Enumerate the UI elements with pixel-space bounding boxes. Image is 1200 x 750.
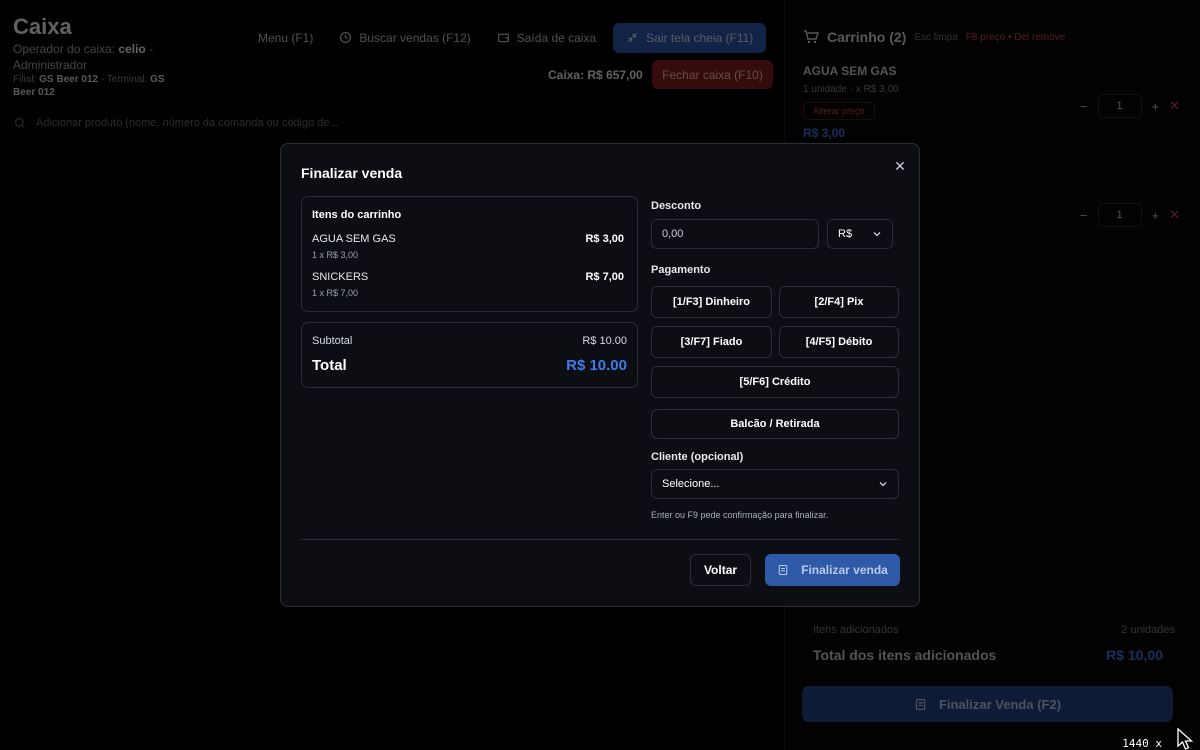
divider [301,539,899,540]
payment-label: Pagamento [651,264,711,276]
saida-caixa-button[interactable]: Saída de caixa [484,23,609,53]
items-total-row: Total dos itens adicionados R$ 10,00 [813,647,1163,663]
finalizar-venda-f2-button[interactable]: Finalizar Venda (F2) [802,686,1173,722]
mouse-cursor-icon [1177,728,1194,750]
branch-info: Filial: GS Beer 012 - Terminal: GS Beer … [13,74,165,98]
menu-button[interactable]: Menu (F1) [245,23,326,53]
chevron-down-icon [879,482,887,487]
resolution-readout: 1440 x [1122,737,1162,750]
pay-pix-button[interactable]: [2/F4] Pix [779,286,899,318]
history-icon [340,32,352,43]
voltar-button[interactable]: Voltar [690,554,751,586]
remove-icon[interactable]: ✕ [1169,207,1180,223]
operator-name: celio [118,42,146,56]
search-icon [14,117,25,128]
balcao-retirada-button[interactable]: Balcão / Retirada [651,409,899,439]
cart-icon [804,30,819,44]
minimize-icon [628,33,638,42]
page-title: Caixa [13,14,72,39]
list-item: SNICKERS R$ 7,00 1 x R$ 7,00 [312,271,624,298]
pay-credito-button[interactable]: [5/F6] Crédito [651,366,899,398]
pay-debito-button[interactable]: [4/F5] Débito [779,326,899,358]
quantity-stepper: − 1 + ✕ [1080,203,1180,227]
items-added-row: Itens adicionados 2 unidades [813,624,1175,636]
minus-icon[interactable]: − [1080,99,1088,114]
client-label: Cliente (opcional) [651,451,744,463]
confirm-hint: Enter ou F9 pede confirmação para finali… [651,510,829,520]
fechar-caixa-button[interactable]: Fechar caixa (F10) [652,60,773,89]
modal-title: Finalizar venda [301,165,403,181]
top-nav: Menu (F1) Buscar vendas (F12) Saída de c… [245,22,767,53]
product-search[interactable]: Adicionar produto (nome, número da coman… [14,117,339,129]
finalizar-venda-button[interactable]: Finalizar venda [765,554,900,586]
totals-card: Subtotal R$ 10.00 Total R$ 10.00 [301,322,638,388]
client-select[interactable]: Selecione... [651,469,899,499]
plus-icon[interactable]: + [1152,99,1160,114]
minus-icon[interactable]: − [1080,208,1088,223]
receipt-icon [915,698,926,710]
cart-title: Carrinho (2) [827,29,907,45]
cash-balance: Caixa: R$ 657,00 [548,68,643,82]
total-label: Total [312,357,347,374]
discount-unit-select[interactable]: R$ [827,219,893,249]
operator-info: Operador do caixa: celio - Administrador [13,42,154,72]
alterar-preco-button[interactable]: Alterar preço [803,102,875,120]
discount-input[interactable]: 0,00 [651,219,819,249]
search-input[interactable]: Adicionar produto (nome, número da coman… [36,117,339,129]
plus-icon[interactable]: + [1152,208,1160,223]
subtotal-label: Subtotal [312,335,353,347]
receipt-icon [778,564,788,576]
operator-role: Administrador [13,58,88,72]
pay-dinheiro-button[interactable]: [1/F3] Dinheiro [651,286,772,318]
cart-header: Carrinho (2) Esc limpa F8 preço • Del re… [803,29,1065,45]
subtotal-value: R$ 10.00 [582,335,627,347]
discount-label: Desconto [651,200,702,212]
chevron-down-icon [873,232,881,237]
list-item: AGUA SEM GAS R$ 3,00 1 x R$ 3,00 [312,233,624,260]
wallet-icon [497,33,509,43]
pay-fiado-button[interactable]: [3/F7] Fiado [651,326,772,358]
finalizar-venda-modal: Finalizar venda ✕ Itens do carrinho AGUA… [280,143,920,607]
cart-items-header: Itens do carrinho [312,209,402,221]
sair-tela-cheia-button[interactable]: Sair tela cheia (F11) [613,22,767,53]
total-value: R$ 10.00 [566,357,627,374]
close-icon[interactable]: ✕ [891,157,909,175]
remove-icon[interactable]: ✕ [1169,98,1180,114]
buscar-vendas-button[interactable]: Buscar vendas (F12) [326,23,483,53]
quantity-stepper: − 1 + ✕ [1080,94,1180,118]
cart-items-card: Itens do carrinho AGUA SEM GAS R$ 3,00 1… [301,196,638,312]
